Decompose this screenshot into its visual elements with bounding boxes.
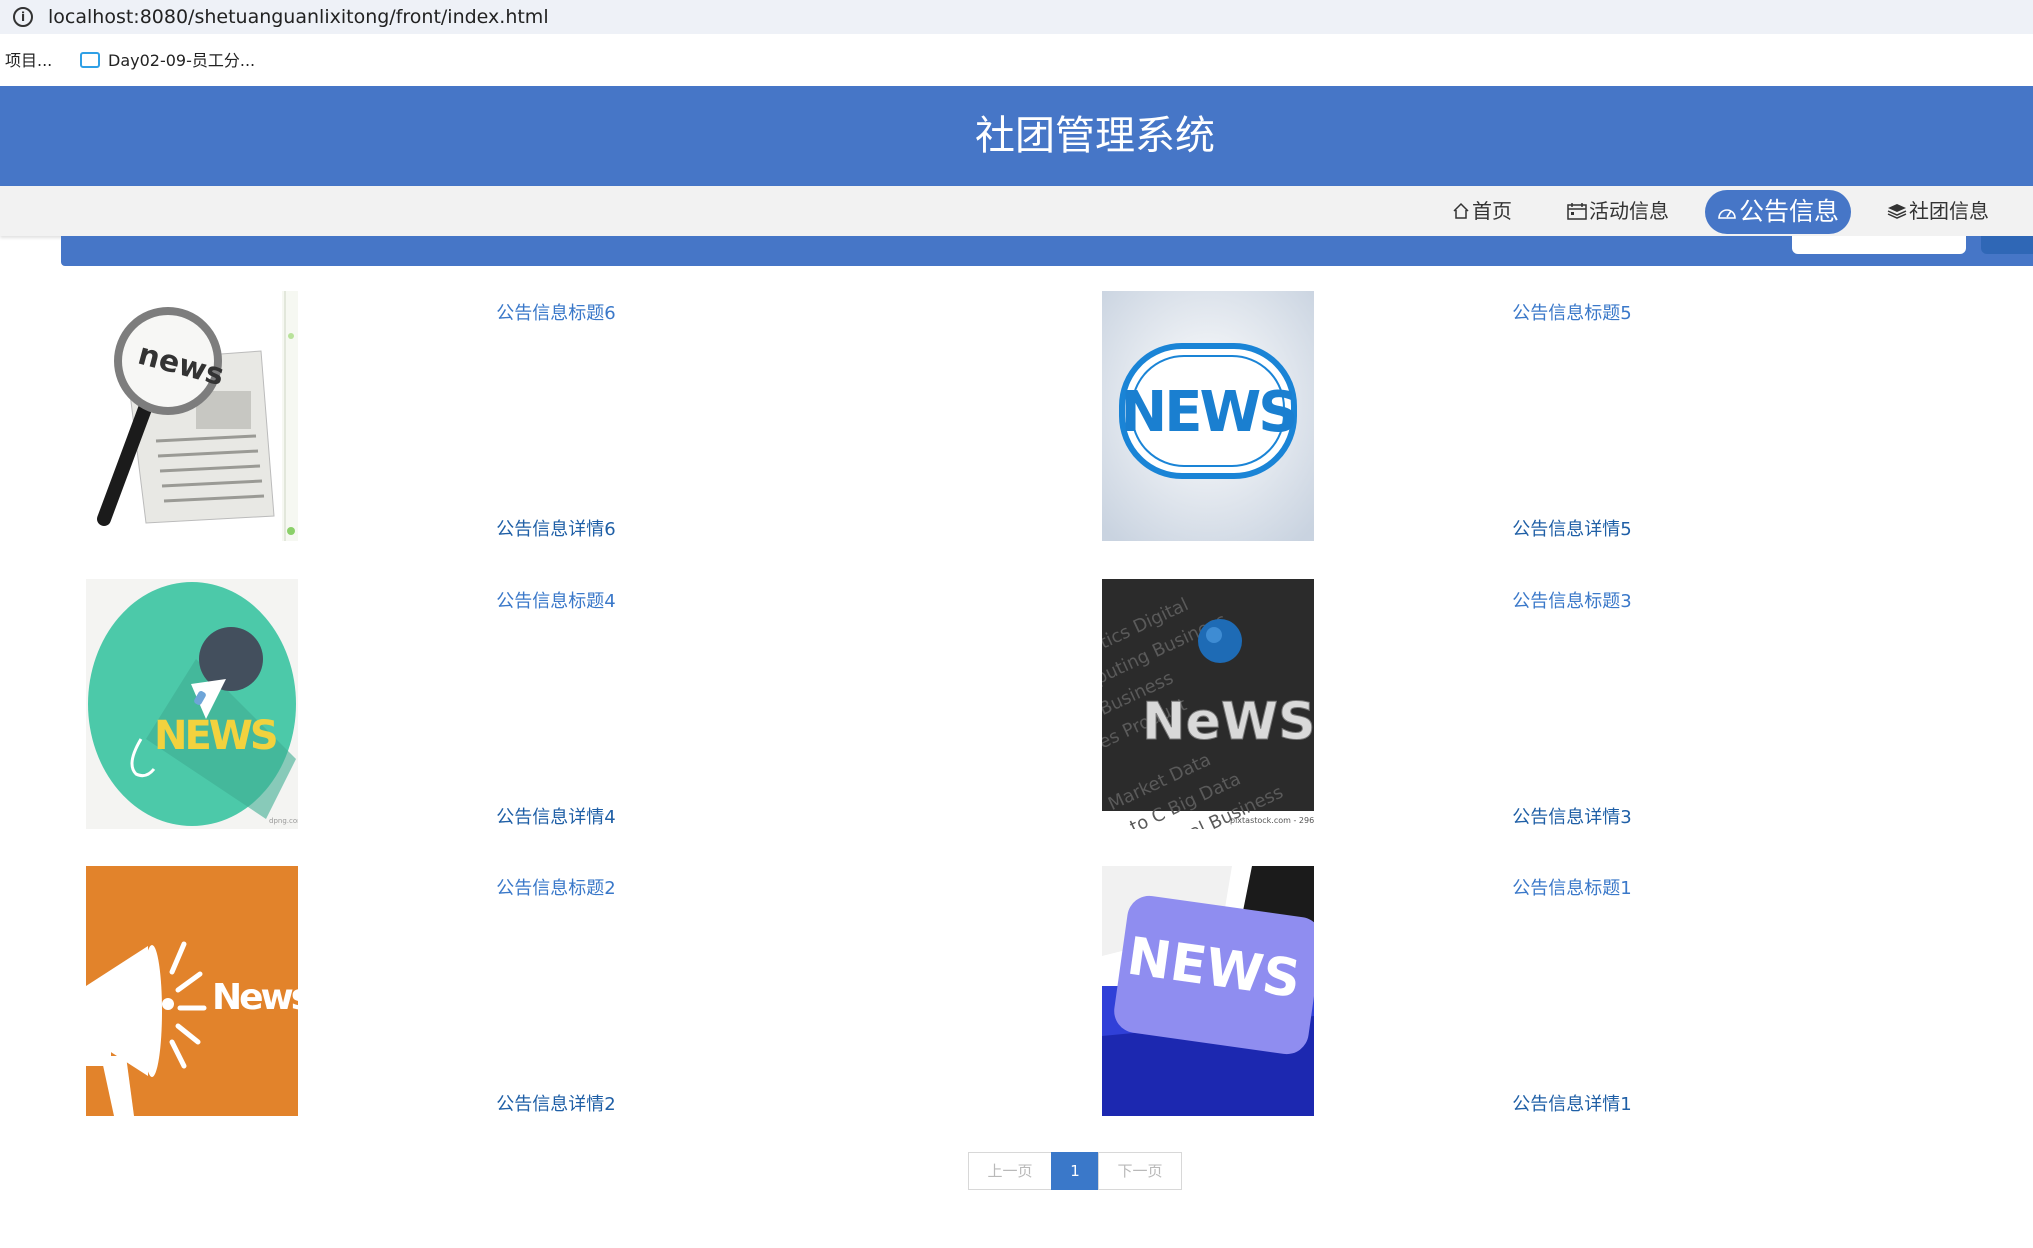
nav-item-home[interactable]: 首页 <box>1452 195 1512 227</box>
browser-address-bar[interactable]: i localhost:8080/shetuanguanlixitong/fro… <box>0 0 2033 34</box>
news-item[interactable]: NEWS 公告信息标题5 公告信息详情5 <box>1102 291 2033 541</box>
calendar-icon <box>1567 195 1587 227</box>
news-item[interactable]: Analytics Digital Computing Business to … <box>1102 579 2033 829</box>
news-title[interactable]: 公告信息标题6 <box>298 301 814 327</box>
nav-item-notices[interactable]: 公告信息 <box>1705 190 1852 234</box>
bookmark-day02[interactable]: Day02-09-员工分... <box>80 50 255 72</box>
nav-clubs-label: 社团信息 <box>1909 199 1989 223</box>
svg-text:pixtastock.com - 29685633: pixtastock.com - 29685633 <box>1230 816 1314 825</box>
news-title[interactable]: 公告信息标题5 <box>1314 301 1830 327</box>
news-title[interactable]: 公告信息标题2 <box>298 876 814 902</box>
bilibili-icon <box>80 51 100 68</box>
nav-notices-label: 公告信息 <box>1739 197 1840 226</box>
svg-text:NEWS: NEWS <box>1120 380 1295 445</box>
nav-item-activities[interactable]: 活动信息 <box>1567 195 1669 227</box>
news-button-image: NEWS <box>1102 291 1314 541</box>
news-title[interactable]: 公告信息标题3 <box>1314 589 1830 615</box>
news-thumbnail[interactable]: Analytics Digital Computing Business to … <box>1102 579 1314 829</box>
site-header: 社团管理系统 <box>0 86 2033 186</box>
site-info-icon[interactable]: i <box>13 7 33 27</box>
page-number-button[interactable]: 1 <box>1051 1152 1099 1190</box>
news-thumbnail[interactable]: NEWS <box>1102 866 1314 1116</box>
news-detail: 公告信息详情3 <box>1512 807 1632 828</box>
news-detail: 公告信息详情1 <box>1512 1094 1632 1115</box>
news-detail: 公告信息详情4 <box>496 807 616 828</box>
news-title[interactable]: 公告信息标题4 <box>298 589 814 615</box>
prev-page-button[interactable]: 上一页 <box>968 1152 1052 1190</box>
search-button[interactable] <box>1981 236 2033 254</box>
news-item[interactable]: News 公告信息标题2 公告信息详情2 <box>86 866 1086 1116</box>
news-title[interactable]: 公告信息标题1 <box>1314 876 1830 902</box>
bookmark-day02-label: Day02-09-员工分... <box>108 51 256 70</box>
news-detail: 公告信息详情2 <box>496 1094 616 1115</box>
nav-item-clubs[interactable]: 社团信息 <box>1887 195 1989 227</box>
news-thumbnail[interactable]: news <box>86 291 298 541</box>
bookmark-project[interactable]: 项目... <box>5 50 52 72</box>
news-thumbnail[interactable]: News <box>86 866 298 1116</box>
search-input[interactable] <box>1792 236 1966 254</box>
news-item[interactable]: news 公告信息标题6 公告信息详情6 <box>86 291 1086 541</box>
news-item[interactable]: NEWS 公告信息标题1 公告信息详情1 <box>1102 866 2033 1116</box>
nav-home-label: 首页 <box>1472 199 1512 223</box>
search-strip <box>61 236 2033 266</box>
url-text[interactable]: localhost:8080/shetuanguanlixitong/front… <box>48 4 549 30</box>
nav-activities-label: 活动信息 <box>1589 199 1669 223</box>
main-nav: 首页 活动信息 公告信息 社团信息 <box>0 186 2033 236</box>
news-thumbnail[interactable]: NEWS dpng.com <box>86 579 298 829</box>
globe-news-image: Analytics Digital Computing Business to … <box>1102 579 1314 829</box>
svg-text:NEWS: NEWS <box>154 713 276 759</box>
news-item[interactable]: NEWS dpng.com 公告信息标题4 公告信息详情4 <box>86 579 1086 829</box>
site-title: 社团管理系统 <box>975 113 1215 159</box>
keyboard-news-image: NEWS <box>1102 866 1314 1116</box>
microphone-news-image: NEWS dpng.com <box>86 579 298 829</box>
svg-text:News: News <box>212 977 298 1018</box>
home-icon <box>1452 195 1470 227</box>
news-detail: 公告信息详情5 <box>1512 519 1632 540</box>
news-thumbnail[interactable]: NEWS <box>1102 291 1314 541</box>
megaphone-news-image: News <box>86 866 298 1116</box>
news-detail: 公告信息详情6 <box>496 519 616 540</box>
layers-icon <box>1887 195 1907 227</box>
svg-text:dpng.com: dpng.com <box>269 817 298 825</box>
bookmarks-bar: 项目... Day02-09-员工分... <box>0 34 2033 86</box>
magnifier-news-image: news <box>86 291 298 541</box>
dashboard-icon <box>1717 190 1737 234</box>
next-page-button[interactable]: 下一页 <box>1098 1152 1182 1190</box>
svg-text:NeWS: NeWS <box>1142 692 1314 752</box>
